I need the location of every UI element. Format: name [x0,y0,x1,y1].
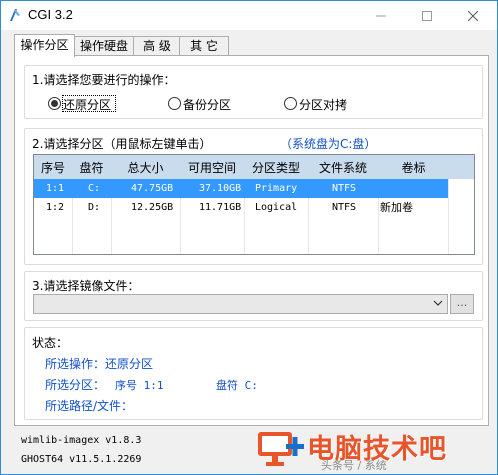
ghost-version: GHOST64 v11.5.1.2269 [21,454,142,465]
cell-drive: C: [88,183,101,194]
tab-advanced[interactable]: 高 级 [133,36,181,56]
backup-radio[interactable] [168,97,181,110]
tab-operate-partition[interactable]: 操作分区 [14,34,75,57]
cell-total: 12.25GB [131,202,174,213]
column-header[interactable]: 序号 [34,155,73,179]
selected-partition-index: 序号 1:1 [115,379,164,392]
close-icon [468,10,478,21]
cell-label: 新加卷 [380,201,413,214]
cell-fs: NTFS [332,183,357,194]
backup-label[interactable]: 备份分区 [183,96,231,113]
tab-label: 操作硬盘 [79,39,128,53]
cell-free: 11.71GB [199,202,242,213]
selected-operation-label: 所选操作： [45,357,106,371]
table-row[interactable]: 1:1 C: 47.75GB 37.10GB Primary NTFS [34,179,448,198]
column-header[interactable]: 文件系统 [308,155,379,179]
column-header[interactable]: 分区类型 [244,155,309,179]
status-heading: 状态： [32,336,69,350]
selected-path-label: 所选路径/文件： [45,399,134,413]
maximize-icon [422,10,432,21]
cell-drive: D: [88,202,101,213]
partition-table[interactable]: 序号 盘符 总大小 可用空间 分区类型 文件系统 卷标 1:1 C: 47.75… [33,154,475,255]
tab-label: 高 级 [143,39,171,53]
restore-label[interactable]: 还原分区 [63,96,111,113]
column-header-filler [449,155,474,179]
cell-index: 1:2 [46,202,65,213]
watermark-footer: 头条号 / 系统 [321,459,387,472]
system-disk-note: （系统盘为C:盘） [280,137,377,151]
cell-index: 1:1 [46,183,65,194]
tab-label: 其 它 [190,39,218,53]
title-bar[interactable]: CGI 3.2 [1,1,497,30]
grid-line [448,179,449,254]
wimlib-version: wimlib-imagex v1.8.3 [21,435,142,446]
close-button[interactable] [450,1,496,30]
column-header[interactable]: 可用空间 [180,155,245,179]
image-file-heading: 3.请选择镜像文件： [32,279,140,293]
table-row[interactable]: 1:2 D: 12.25GB 11.71GB Logical NTFS 新加卷 [34,198,448,217]
browse-button[interactable]: ... [450,294,474,314]
tab-operate-disk[interactable]: 操作硬盘 [73,36,135,56]
selected-partition-drive: 盘符 C: [216,379,258,392]
cell-type: Logical [255,202,298,213]
minimize-button[interactable] [358,1,404,30]
copy-label[interactable]: 分区对拷 [299,96,347,113]
cell-free: 37.10GB [199,183,242,194]
partition-heading: 2.请选择分区（用鼠标左键单击） [32,137,212,151]
selected-partition-label: 所选分区： [45,378,106,392]
selected-operation-value: 还原分区 [105,357,154,371]
column-header[interactable]: 盘符 [72,155,112,179]
tab-label: 操作分区 [20,38,69,52]
cell-type: Primary [255,183,298,194]
chevron-down-icon [433,300,443,306]
app-window: CGI 3.2 操作分区 操作硬盘 高 级 其 它 1.请选择您要进行的操作： … [0,0,498,475]
tab-other[interactable]: 其 它 [179,36,229,56]
app-icon [7,7,23,23]
restore-radio[interactable] [48,97,61,110]
cell-fs: NTFS [332,202,357,213]
maximize-button[interactable] [404,1,450,30]
copy-radio[interactable] [284,97,297,110]
column-header[interactable]: 总大小 [111,155,181,179]
operation-heading: 1.请选择您要进行的操作： [32,73,176,87]
minimize-icon [376,15,386,16]
watermark-logo [256,426,306,474]
cell-total: 47.75GB [131,183,174,194]
image-file-combo[interactable] [33,294,448,314]
column-header[interactable]: 卷标 [378,155,450,179]
window-title: CGI 3.2 [28,7,73,22]
